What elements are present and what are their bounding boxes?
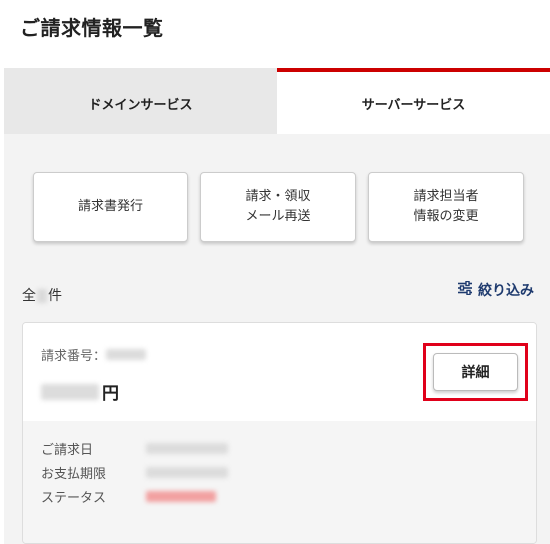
page-title: ご請求情報一覧	[20, 16, 164, 40]
filter-link[interactable]: 絞り込み	[457, 280, 534, 300]
invoice-amount: 円	[41, 379, 119, 404]
issue-invoice-button[interactable]: 請求書発行	[33, 172, 188, 242]
invoice-number-label: 請求番号：	[41, 349, 107, 364]
status-label: ステータス	[41, 491, 107, 506]
tab-server-service[interactable]: サーバーサービス	[277, 68, 550, 134]
redacted-amount	[41, 383, 99, 400]
change-contact-label-line2: 情報の変更	[413, 209, 479, 224]
invoice-number: 請求番号：	[41, 345, 147, 364]
tab-domain-service[interactable]: ドメインサービス	[4, 68, 277, 134]
invoice-card-header: 請求番号： 円 詳細	[23, 323, 536, 421]
status-row: ステータス	[41, 487, 216, 506]
redacted-status	[146, 491, 216, 502]
service-tabs: ドメインサービス サーバーサービス	[4, 68, 550, 134]
invoice-card-details: ご請求日 お支払期限 ステータス	[23, 421, 536, 543]
resend-mail-button[interactable]: 請求・領収 メール再送	[200, 172, 356, 242]
invoice-date-label: ご請求日	[41, 443, 94, 458]
change-contact-label-line1: 請求担当者	[413, 189, 479, 204]
due-date-label: お支払期限	[41, 467, 107, 482]
invoice-date-row: ご請求日	[41, 439, 228, 458]
count-suffix: 件	[48, 288, 62, 304]
count-prefix: 全	[22, 288, 36, 304]
resend-mail-label-line1: 請求・領収	[245, 189, 311, 204]
currency-suffix: 円	[102, 384, 119, 404]
resend-mail-label-line2: メール再送	[245, 209, 311, 224]
redacted-due-date	[146, 467, 228, 478]
detail-button[interactable]: 詳細	[433, 353, 518, 391]
result-count: 全件	[22, 285, 62, 305]
change-contact-button[interactable]: 請求担当者 情報の変更	[368, 172, 524, 242]
filter-label: 絞り込み	[478, 283, 534, 299]
invoice-card: 請求番号： 円 詳細 ご請求日 お支払期限 ステータス	[22, 322, 537, 544]
redacted-invoice-number	[106, 349, 147, 360]
due-date-row: お支払期限	[41, 463, 228, 482]
redacted-count	[37, 289, 47, 303]
sliders-icon	[457, 280, 473, 299]
redacted-invoice-date	[146, 443, 228, 454]
issue-invoice-label: 請求書発行	[77, 199, 143, 214]
